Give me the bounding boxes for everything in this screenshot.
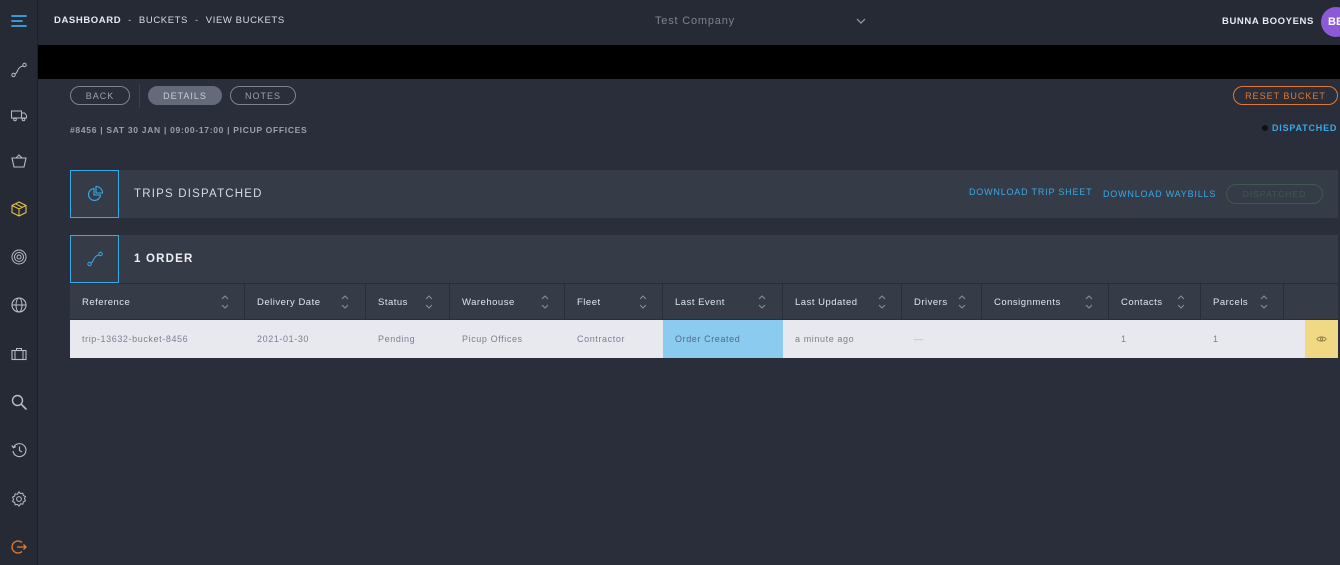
panel-title: TRIPS DISPATCHED: [134, 188, 263, 200]
cell-consignments: [982, 320, 1109, 358]
column-header-consignments[interactable]: Consignments: [982, 284, 1109, 319]
route-icon: [70, 235, 119, 283]
sort-icon[interactable]: [1260, 293, 1268, 311]
column-label: Parcels: [1213, 297, 1249, 308]
column-header-reference[interactable]: Reference: [70, 284, 245, 319]
sort-icon[interactable]: [425, 293, 433, 311]
cell-drivers: —: [914, 334, 924, 344]
trips-panel: TRIPS DISPATCHED DOWNLOAD TRIP SHEET DOW…: [70, 170, 1338, 218]
bucket-meta: #8456 | SAT 30 JAN | 09:00-17:00 | PICUP…: [70, 125, 308, 135]
column-header-warehouse[interactable]: Warehouse: [450, 284, 565, 319]
breadcrumb-buckets[interactable]: BUCKETS: [139, 15, 188, 26]
column-label: Reference: [82, 297, 131, 308]
menu-icon[interactable]: [4, 6, 34, 36]
cell-reference: trip-13632-bucket-8456: [82, 334, 189, 344]
column-label: Contacts: [1121, 297, 1163, 308]
column-label: Delivery Date: [257, 297, 321, 308]
sort-icon[interactable]: [541, 293, 549, 311]
download-trip-sheet-link[interactable]: DOWNLOAD TRIP SHEET: [969, 187, 1092, 197]
dispatched-button: DISPATCHED: [1226, 184, 1323, 204]
table-row[interactable]: trip-13632-bucket-8456 2021-01-30 Pendin…: [70, 320, 1338, 358]
briefcase-icon[interactable]: [4, 339, 34, 369]
box-icon[interactable]: [4, 194, 34, 224]
eye-icon: [1316, 336, 1327, 342]
breadcrumb-dashboard[interactable]: DASHBOARD: [54, 15, 121, 26]
download-waybills-link[interactable]: DOWNLOAD WAYBILLS: [1103, 189, 1216, 199]
truck-icon[interactable]: [4, 100, 34, 130]
sort-icon[interactable]: [1085, 293, 1093, 311]
top-bar: DASHBOARD - BUCKETS - VIEW BUCKETS Test Comp…: [38, 0, 1340, 45]
breadcrumb-view-buckets[interactable]: VIEW BUCKETS: [206, 15, 285, 26]
settings-icon[interactable]: [4, 484, 34, 514]
basket-icon[interactable]: [4, 146, 34, 176]
sort-icon[interactable]: [1177, 293, 1185, 311]
column-header-delivery-date[interactable]: Delivery Date: [245, 284, 366, 319]
cell-status: Pending: [378, 334, 416, 344]
sort-icon[interactable]: [878, 293, 886, 311]
cell-last-event: Order Created: [663, 320, 783, 358]
cell-fleet: Contractor: [577, 334, 626, 344]
column-label: Status: [378, 297, 408, 308]
back-button[interactable]: BACK: [70, 86, 130, 105]
column-header-last-updated[interactable]: Last Updated: [783, 284, 902, 319]
column-header-status[interactable]: Status: [366, 284, 450, 319]
search-icon[interactable]: [4, 387, 34, 417]
breadcrumb-separator: -: [128, 15, 132, 26]
orders-panel: 1 ORDER: [70, 235, 1338, 283]
sort-icon[interactable]: [341, 293, 349, 311]
column-label: Last Event: [675, 297, 725, 308]
logout-icon[interactable]: [4, 532, 34, 562]
column-header-actions: [1284, 284, 1338, 319]
history-icon[interactable]: [4, 435, 34, 465]
user-name[interactable]: BUNNA BOOYENS: [1222, 16, 1314, 27]
column-header-contacts[interactable]: Contacts: [1109, 284, 1201, 319]
status-label: DISPATCHED: [1272, 123, 1338, 133]
column-header-last-event[interactable]: Last Event: [663, 284, 783, 319]
pie-chart-icon: [70, 170, 119, 218]
cell-delivery-date: 2021-01-30: [257, 334, 310, 344]
column-label: Fleet: [577, 297, 601, 308]
notes-tab[interactable]: NOTES: [230, 86, 296, 105]
cell-last-updated: a minute ago: [795, 334, 855, 344]
sort-icon[interactable]: [221, 293, 229, 311]
column-label: Last Updated: [795, 297, 858, 308]
column-header-drivers[interactable]: Drivers: [902, 284, 982, 319]
divider: [139, 84, 140, 108]
details-tab[interactable]: DETAILS: [148, 86, 222, 105]
cell-contacts: 1: [1121, 334, 1127, 344]
cell-parcels: 1: [1213, 334, 1219, 344]
status-dot-icon: [1262, 125, 1268, 131]
breadcrumb: DASHBOARD - BUCKETS - VIEW BUCKETS: [54, 15, 285, 26]
sidebar: [0, 0, 38, 565]
globe-icon[interactable]: [4, 290, 34, 320]
column-label: Warehouse: [462, 297, 515, 308]
view-button[interactable]: [1305, 320, 1338, 358]
avatar[interactable]: BB: [1321, 7, 1340, 37]
reset-bucket-button[interactable]: RESET BUCKET: [1233, 86, 1338, 105]
column-header-fleet[interactable]: Fleet: [565, 284, 663, 319]
route-icon[interactable]: [4, 55, 34, 85]
column-label: Drivers: [914, 297, 948, 308]
sort-icon[interactable]: [639, 293, 647, 311]
panel-title: 1 ORDER: [134, 253, 194, 265]
cell-warehouse: Picup Offices: [462, 334, 523, 344]
sort-icon[interactable]: [958, 293, 966, 311]
column-header-parcels[interactable]: Parcels: [1201, 284, 1284, 319]
column-label: Consignments: [994, 297, 1061, 308]
chevron-down-icon[interactable]: [856, 16, 866, 26]
orders-table-header: Reference Delivery Date Status Warehouse…: [70, 284, 1338, 319]
sort-icon[interactable]: [758, 293, 766, 311]
breadcrumb-separator: -: [195, 15, 199, 26]
fingerprint-icon[interactable]: [4, 242, 34, 272]
banner-bar: [38, 45, 1340, 79]
company-selector[interactable]: Test Company: [655, 15, 735, 27]
